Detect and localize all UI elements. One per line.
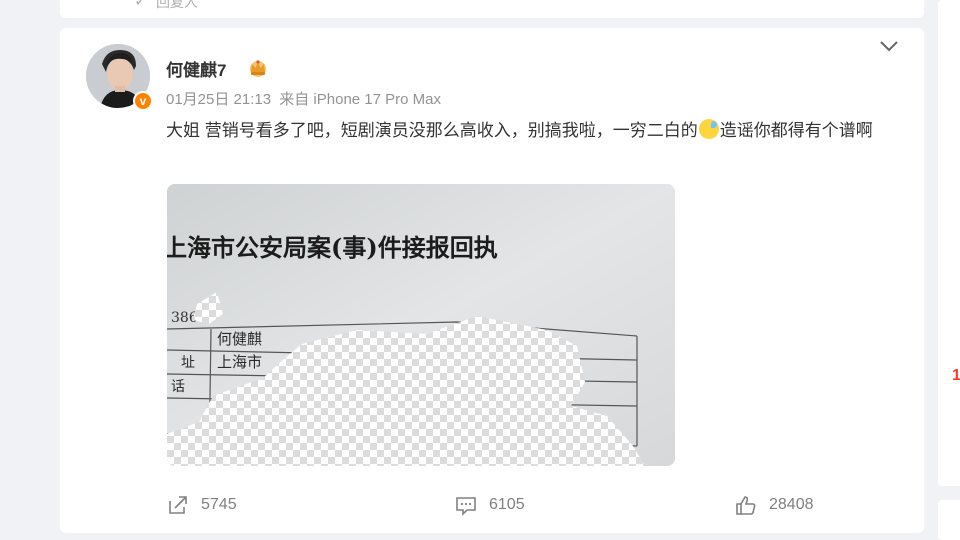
receipt-name-field: 何健麒 bbox=[217, 330, 262, 348]
post-author-name[interactable]: 何健麒7 bbox=[166, 56, 226, 81]
post-text: 大姐 营销号看多了吧，短剧演员没那么高收入，别搞我啦，一穷二白的 造谣你都得有个谱… bbox=[166, 115, 886, 146]
check-icon: ✓ bbox=[134, 0, 148, 10]
right-sidebar-panel: 1 bbox=[938, 0, 960, 486]
chevron-down-icon[interactable] bbox=[878, 38, 900, 54]
right-sidebar-panel-lower bbox=[938, 500, 960, 540]
post-image[interactable]: 上海市公安局案(事)件接报回执 386 何健麒 址 上海市 话 bbox=[167, 184, 675, 466]
crown-icon[interactable] bbox=[246, 58, 270, 78]
share-icon bbox=[169, 496, 187, 514]
post-text-part1: 大姐 营销号看多了吧，短剧演员没那么高收入，别搞我啦，一穷二白的 bbox=[166, 121, 698, 140]
receipt-address-value: 上海市 bbox=[217, 353, 262, 371]
verified-badge-icon: v bbox=[133, 91, 153, 111]
receipt-address-label: 址 bbox=[181, 355, 195, 371]
receipt-phone-label: 话 bbox=[171, 379, 185, 395]
comment-count: 6105 bbox=[489, 496, 525, 513]
post-text-part2: 造谣你都得有个谱啊 bbox=[719, 121, 873, 140]
previous-post-label: 回复人 bbox=[156, 0, 198, 10]
receipt-title: 上海市公安局案(事)件接报回执 bbox=[167, 233, 498, 262]
post-card: v 何健麒7 01月25日 21:13 来自 iPhone 17 Pro Max… bbox=[60, 28, 924, 533]
comment-button[interactable]: 6105 bbox=[455, 493, 525, 517]
share-count: 5745 bbox=[201, 496, 237, 513]
sidebar-rank-mark: 1 bbox=[952, 367, 960, 384]
share-button[interactable]: 5745 bbox=[167, 493, 237, 517]
post-date[interactable]: 01月25日 21:13 bbox=[166, 91, 271, 108]
post-meta: 01月25日 21:13 来自 iPhone 17 Pro Max bbox=[166, 88, 441, 109]
like-count: 28408 bbox=[769, 496, 814, 513]
comment-icon bbox=[456, 497, 476, 516]
post-source: 来自 iPhone 17 Pro Max bbox=[279, 91, 441, 108]
sweat-emoji-icon bbox=[698, 119, 719, 139]
like-button[interactable]: 28408 bbox=[735, 493, 814, 517]
police-receipt-photo: 上海市公安局案(事)件接报回执 386 何健麒 址 上海市 话 bbox=[167, 184, 675, 466]
page-left-margin bbox=[0, 0, 47, 540]
thumbs-up-icon bbox=[736, 496, 756, 515]
post-action-bar: 5745 6105 28408 bbox=[60, 493, 924, 517]
previous-post-card: ✓ 回复人 bbox=[60, 0, 924, 18]
